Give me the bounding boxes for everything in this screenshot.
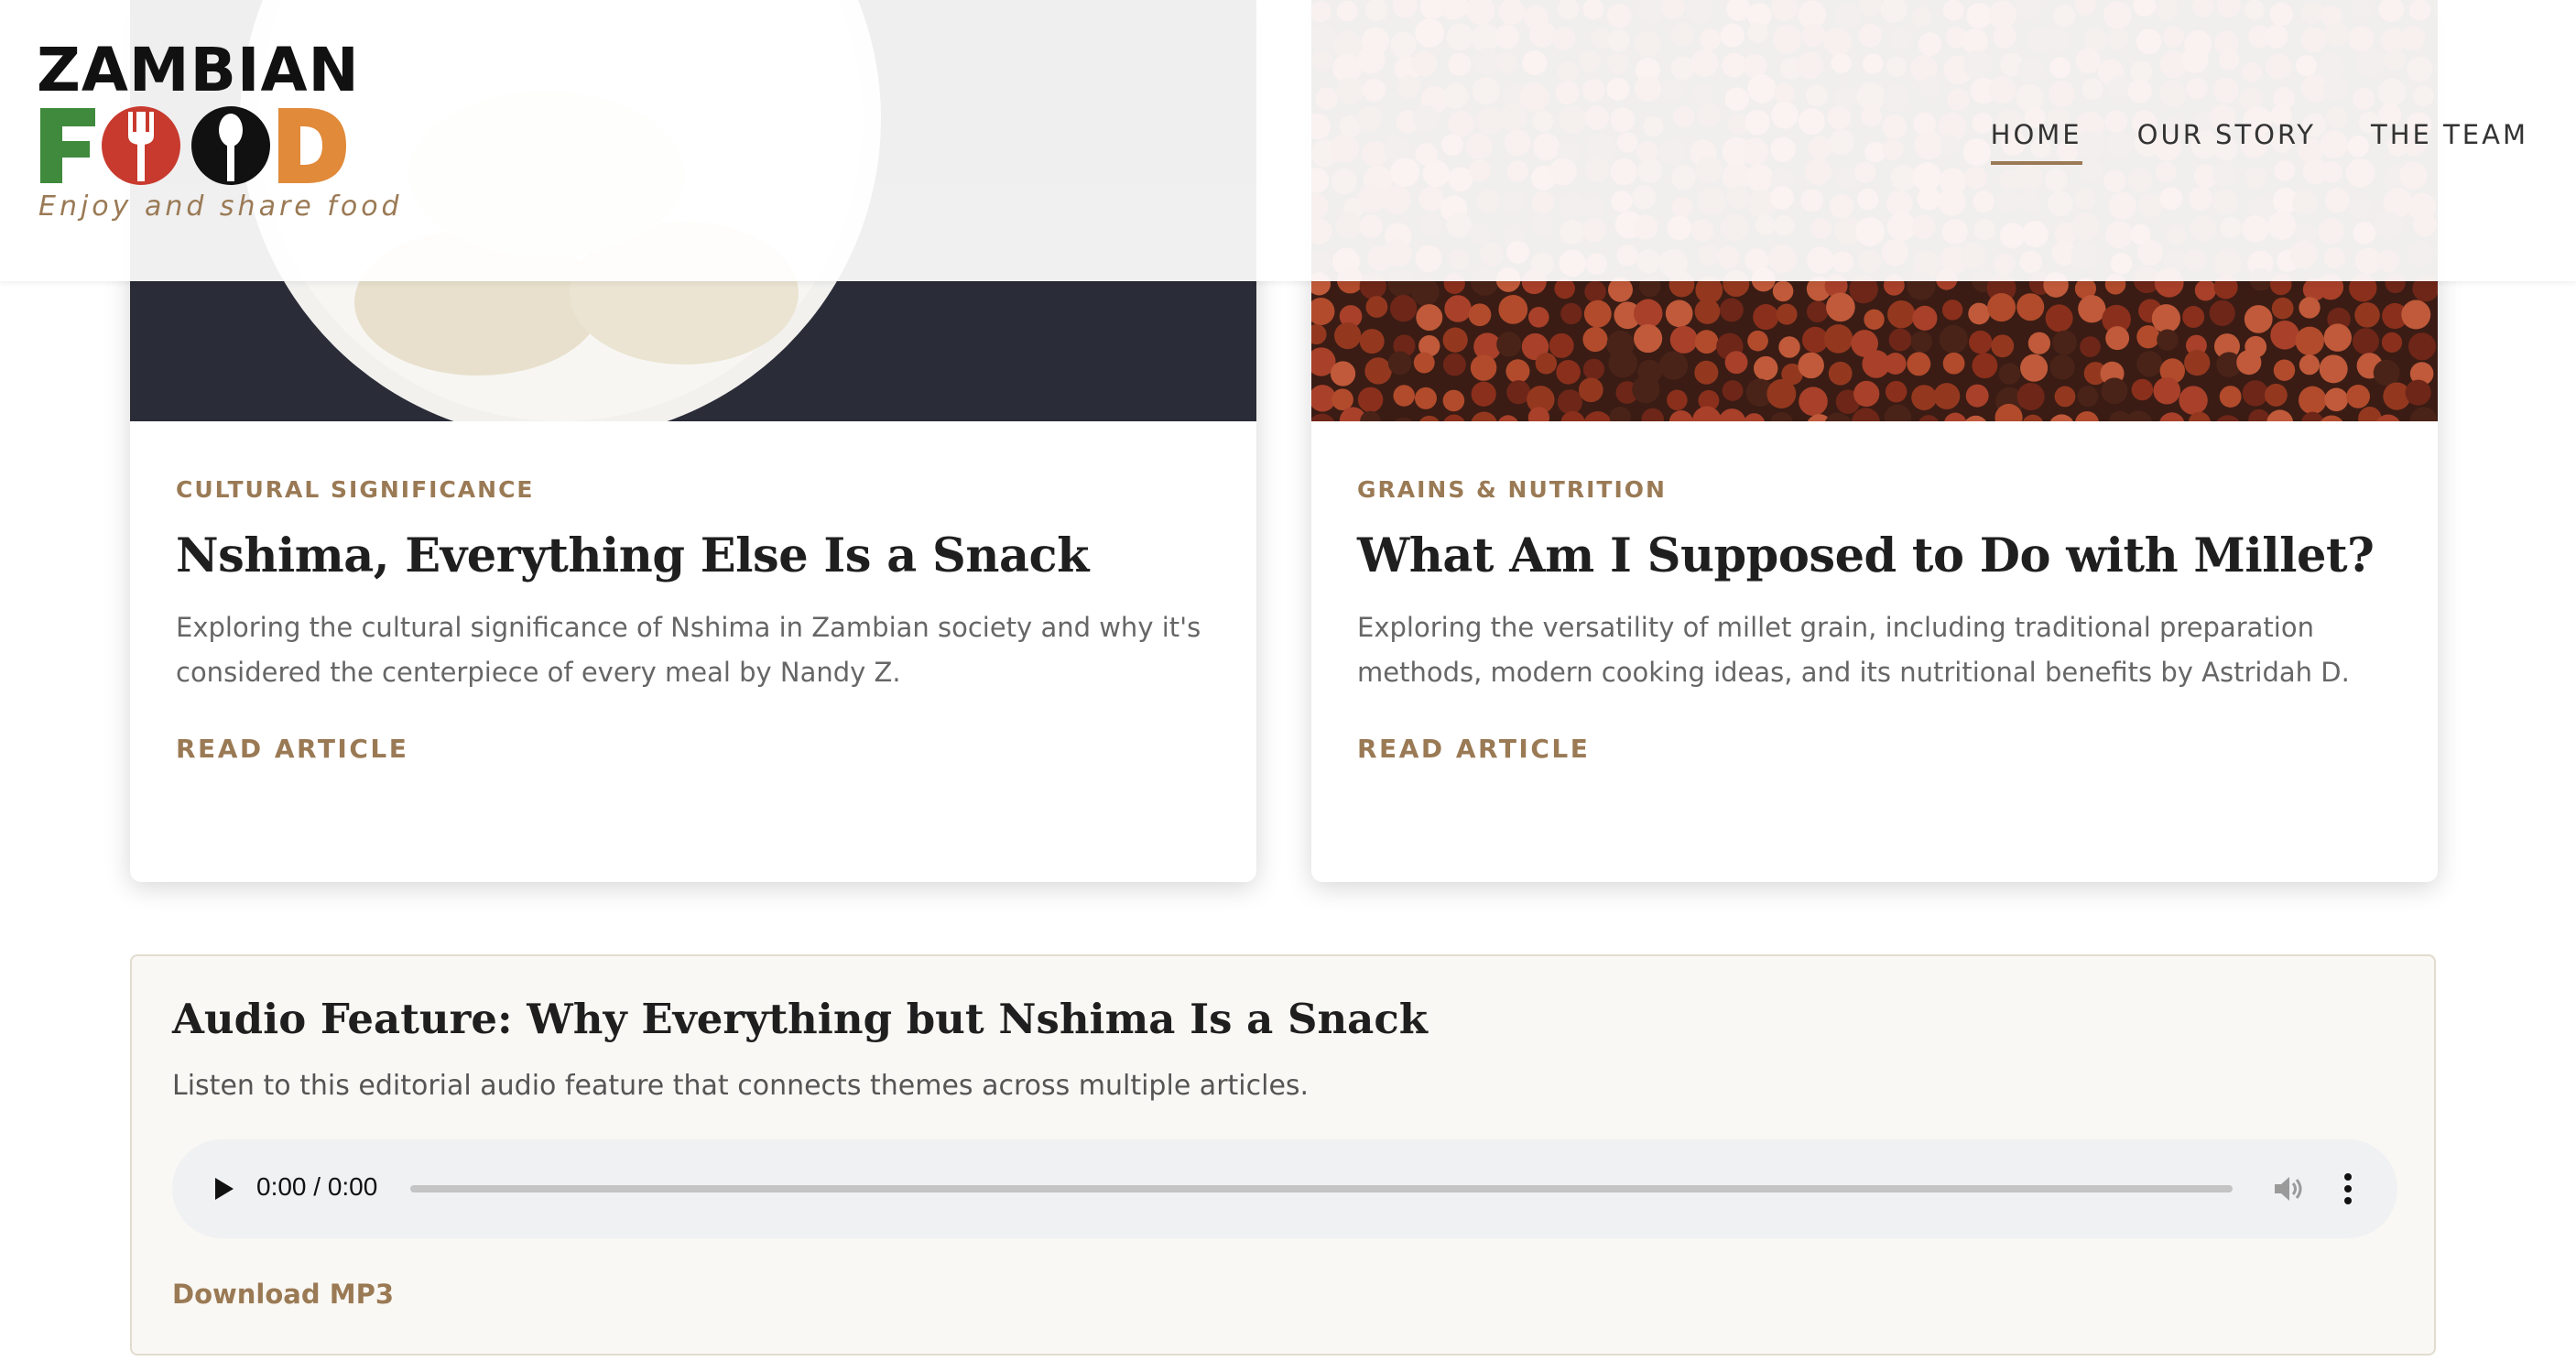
download-mp3-link[interactable]: Download MP3 — [172, 1279, 394, 1310]
audio-feature-title: Audio Feature: Why Everything but Nshima… — [172, 995, 1428, 1043]
article-card-body: GRAINS & NUTRITION What Am I Supposed to… — [1357, 476, 2392, 764]
article-title[interactable]: Nshima, Everything Else Is a Snack — [176, 527, 1211, 585]
site-header: ZAMBIAN Enjoy and share food HOME OUR ST… — [0, 0, 2576, 281]
nav-item-the-team[interactable]: THE TEAM — [2371, 119, 2528, 165]
article-title[interactable]: What Am I Supposed to Do with Millet? — [1357, 527, 2392, 585]
article-excerpt: Exploring the versatility of millet grai… — [1357, 612, 2350, 688]
article-category: GRAINS & NUTRITION — [1357, 476, 1667, 503]
site-logo[interactable]: ZAMBIAN Enjoy and share food — [37, 40, 403, 233]
audio-feature: Audio Feature: Why Everything but Nshima… — [130, 954, 2436, 1356]
article-excerpt: Exploring the cultural significance of N… — [176, 612, 1201, 688]
volume-icon[interactable] — [2269, 1171, 2306, 1207]
nav-item-our-story[interactable]: OUR STORY — [2137, 119, 2316, 165]
audio-progress-bar[interactable] — [410, 1185, 2233, 1192]
audio-time: 0:00 / 0:00 — [256, 1172, 378, 1201]
play-icon[interactable] — [205, 1171, 240, 1206]
article-card-body: CULTURAL SIGNIFICANCE Nshima, Everything… — [176, 476, 1211, 764]
logo-tagline: Enjoy and share food — [38, 191, 403, 223]
main-nav: HOME OUR STORY THE TEAM — [1990, 119, 2528, 165]
more-options-icon[interactable] — [2339, 1169, 2357, 1209]
read-article-link[interactable]: READ ARTICLE — [176, 734, 408, 764]
article-category: CULTURAL SIGNIFICANCE — [176, 476, 535, 503]
audio-feature-description: Listen to this editorial audio feature t… — [172, 1070, 1310, 1102]
nav-item-home[interactable]: HOME — [1990, 119, 2082, 165]
logo-word-zambian: ZAMBIAN — [37, 35, 360, 105]
audio-player: 0:00 / 0:00 — [172, 1139, 2397, 1238]
read-article-link[interactable]: READ ARTICLE — [1357, 734, 1590, 764]
